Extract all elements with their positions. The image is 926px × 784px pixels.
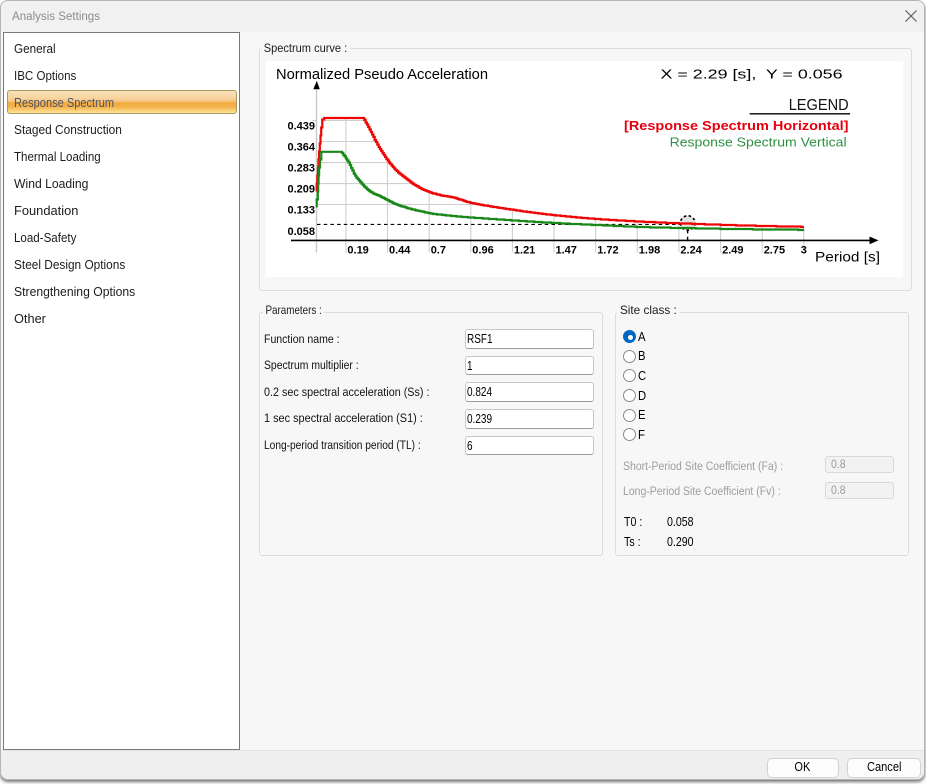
svg-text:1.98: 1.98 bbox=[639, 244, 660, 256]
svg-text:0.283: 0.283 bbox=[287, 163, 315, 175]
svg-text:[Response Spectrum Horizontal]: [Response Spectrum Horizontal] bbox=[624, 118, 849, 133]
svg-text:2.75: 2.75 bbox=[764, 244, 785, 256]
svg-text:0.133: 0.133 bbox=[287, 205, 315, 217]
svg-text:Response Spectrum Vertical: Response Spectrum Vertical bbox=[670, 134, 847, 149]
svg-text:X = 2.29 [s], Y = 0.056: X = 2.29 [s], Y = 0.056 bbox=[661, 67, 843, 82]
svg-text:0.19: 0.19 bbox=[347, 244, 368, 256]
svg-text:1.21: 1.21 bbox=[514, 244, 535, 256]
svg-text:0.44: 0.44 bbox=[389, 244, 411, 256]
svg-text:1.47: 1.47 bbox=[556, 244, 577, 256]
svg-text:Period [s]: Period [s] bbox=[815, 249, 880, 264]
svg-text:Normalized Pseudo Acceleration: Normalized Pseudo Acceleration bbox=[276, 67, 488, 83]
svg-text:1.72: 1.72 bbox=[597, 244, 618, 256]
svg-text:2.24: 2.24 bbox=[680, 244, 702, 256]
svg-text:2.49: 2.49 bbox=[722, 244, 743, 256]
svg-text:0.7: 0.7 bbox=[431, 244, 446, 256]
svg-text:0.439: 0.439 bbox=[287, 121, 315, 133]
svg-text:0.209: 0.209 bbox=[287, 184, 315, 196]
svg-text:3: 3 bbox=[801, 244, 807, 256]
svg-text:0.96: 0.96 bbox=[472, 244, 493, 256]
svg-text:LEGEND: LEGEND bbox=[789, 97, 849, 114]
svg-text:0.364: 0.364 bbox=[287, 142, 315, 154]
svg-text:0.058: 0.058 bbox=[287, 226, 315, 238]
